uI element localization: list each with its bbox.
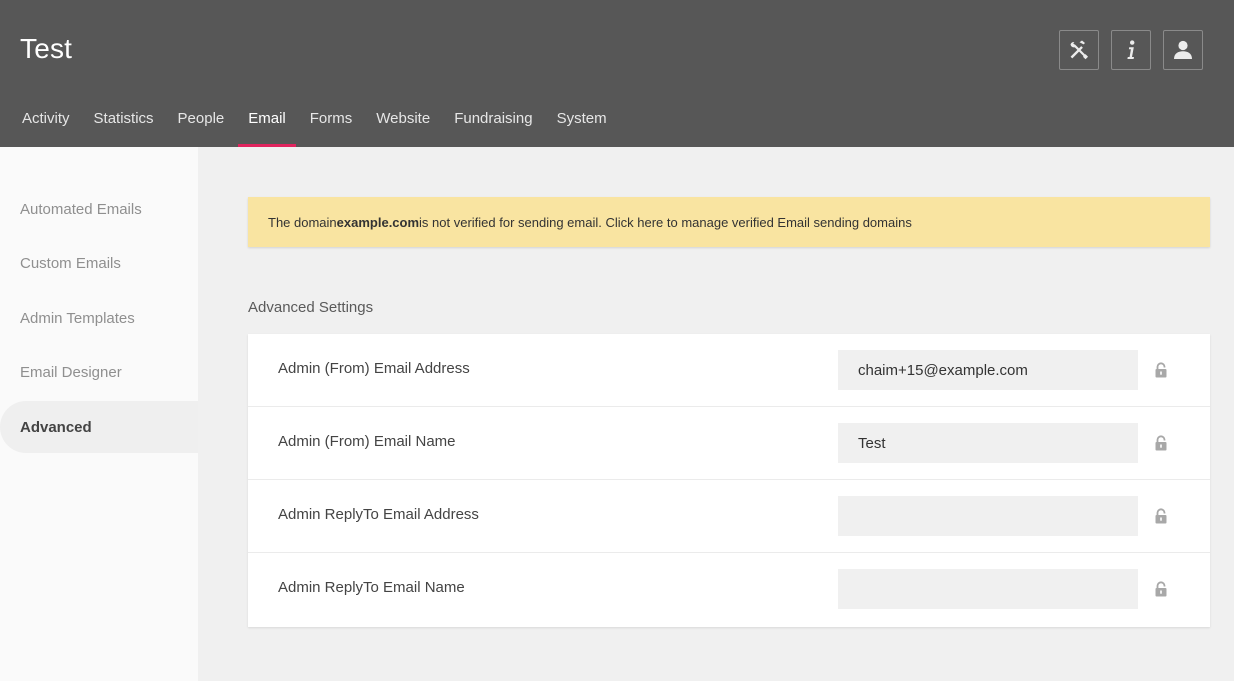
tab-activity[interactable]: Activity: [10, 100, 82, 147]
replyto-email-address-input[interactable]: [838, 496, 1138, 536]
app-header: Test Activity Statistics People Email Fo…: [0, 0, 1234, 147]
sidebar-item-email-designer[interactable]: Email Designer: [0, 346, 198, 398]
sidebar: Automated Emails Custom Emails Admin Tem…: [0, 147, 198, 681]
tab-statistics[interactable]: Statistics: [82, 100, 166, 147]
sidebar-item-automated-emails[interactable]: Automated Emails: [0, 183, 198, 235]
from-email-name-input[interactable]: [838, 423, 1138, 463]
header-buttons: [1059, 30, 1203, 70]
sidebar-item-advanced[interactable]: Advanced: [0, 401, 198, 453]
replyto-email-name-input[interactable]: [838, 569, 1138, 609]
info-icon: [1127, 40, 1135, 59]
user-button[interactable]: [1163, 30, 1203, 70]
info-button[interactable]: [1111, 30, 1151, 70]
tools-button[interactable]: [1059, 30, 1099, 70]
lock-icon[interactable]: [1154, 362, 1168, 378]
tools-icon: [1070, 40, 1089, 60]
settings-row-from-address: Admin (From) Email Address: [248, 334, 1210, 407]
lock-icon[interactable]: [1154, 435, 1168, 451]
domain-warning-alert[interactable]: The domain example.com is not verified f…: [248, 197, 1210, 247]
app-title: Test: [20, 33, 73, 64]
tab-fundraising[interactable]: Fundraising: [442, 100, 544, 147]
main-nav: Activity Statistics People Email Forms W…: [10, 100, 619, 147]
sidebar-item-custom-emails[interactable]: Custom Emails: [0, 237, 198, 289]
settings-row-replyto-name: Admin ReplyTo Email Name: [248, 553, 1210, 627]
alert-domain: example.com: [336, 214, 420, 230]
tab-email[interactable]: Email: [236, 100, 298, 147]
row-label: Admin (From) Email Address: [278, 360, 470, 377]
lock-icon[interactable]: [1154, 581, 1168, 597]
alert-prefix: The domain: [268, 214, 337, 230]
tab-system[interactable]: System: [545, 100, 619, 147]
row-label: Admin ReplyTo Email Address: [278, 506, 479, 523]
settings-panel: Admin (From) Email Address Admin (From) …: [248, 334, 1210, 627]
row-label: Admin (From) Email Name: [278, 433, 456, 450]
tab-people[interactable]: People: [166, 100, 237, 147]
settings-row-from-name: Admin (From) Email Name: [248, 407, 1210, 480]
settings-row-replyto-address: Admin ReplyTo Email Address: [248, 480, 1210, 553]
section-title: Advanced Settings: [248, 299, 374, 316]
sidebar-item-admin-templates[interactable]: Admin Templates: [0, 292, 198, 344]
tab-website[interactable]: Website: [364, 100, 442, 147]
from-email-address-input[interactable]: [838, 350, 1138, 390]
tab-forms[interactable]: Forms: [298, 100, 365, 147]
user-icon: [1174, 40, 1192, 59]
lock-icon[interactable]: [1154, 508, 1168, 524]
row-label: Admin ReplyTo Email Name: [278, 579, 465, 596]
alert-suffix: is not verified for sending email. Click…: [419, 214, 912, 230]
